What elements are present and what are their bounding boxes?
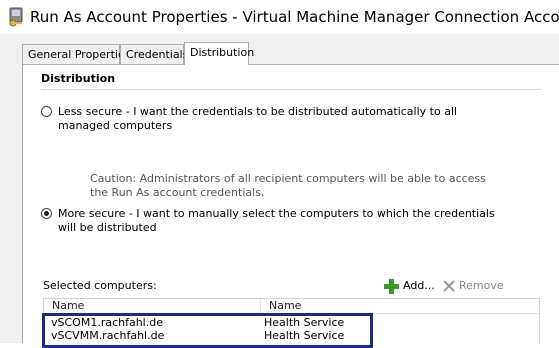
column-header-computer[interactable]: Name xyxy=(44,299,260,313)
column-header-service[interactable]: Name xyxy=(260,299,539,313)
less-secure-label: Less secure - I want the credentials to … xyxy=(58,105,458,132)
tab-label: Credentials xyxy=(126,48,189,61)
selected-computers-grid[interactable]: Name Name vSCOM1.rachfahl.de Health Serv… xyxy=(43,298,540,344)
x-icon xyxy=(442,279,456,293)
service-cell: Health Service xyxy=(264,329,345,342)
more-secure-radio[interactable] xyxy=(41,208,52,219)
section-heading: Distribution xyxy=(41,72,116,85)
window-title: Run As Account Properties - Virtual Mach… xyxy=(30,8,559,26)
selected-computers-label: Selected computers: xyxy=(43,279,157,292)
computer-cell: vSCVMM.rachfahl.de xyxy=(51,329,165,342)
tab-label: General Properties xyxy=(28,48,131,61)
tab-general-properties[interactable]: General Properties xyxy=(22,44,130,64)
section-divider xyxy=(41,89,541,90)
grid-header: Name Name xyxy=(44,299,539,314)
table-row[interactable]: vSCOM1.rachfahl.de Health Service xyxy=(44,316,539,329)
less-secure-radio[interactable] xyxy=(41,106,52,117)
distribution-panel: Distribution Less secure - I want the cr… xyxy=(22,64,559,348)
service-cell: Health Service xyxy=(264,316,345,329)
tab-distribution[interactable]: Distribution xyxy=(184,42,254,65)
plus-icon xyxy=(384,279,399,294)
run-as-account-icon xyxy=(7,7,25,27)
remove-label: Remove xyxy=(459,279,504,292)
caution-text: Caution: Administrators of all recipient… xyxy=(90,172,486,199)
add-label: Add... xyxy=(403,279,435,292)
tab-strip: General Properties Credentials Distribut… xyxy=(0,34,559,65)
tab-label: Distribution xyxy=(190,46,255,59)
computer-cell: vSCOM1.rachfahl.de xyxy=(51,316,163,329)
more-secure-label: More secure - I want to manually select … xyxy=(58,207,495,234)
table-row[interactable]: vSCVMM.rachfahl.de Health Service xyxy=(44,329,539,342)
tab-credentials[interactable]: Credentials xyxy=(120,44,188,64)
title-bar[interactable]: Run As Account Properties - Virtual Mach… xyxy=(0,0,559,34)
dialog-body: General Properties Credentials Distribut… xyxy=(0,34,559,348)
